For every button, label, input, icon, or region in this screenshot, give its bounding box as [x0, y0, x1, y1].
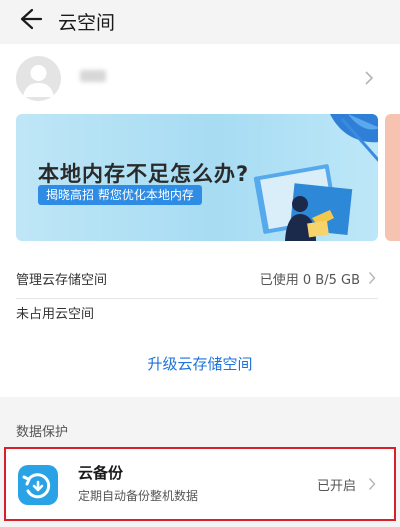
unused-space-label: 未占用云空间 — [16, 307, 95, 322]
cloud-backup-icon — [18, 465, 58, 505]
cloud-space-card: 本地内存不足怎么办? 揭晓高招 帮您优化本地内存 管理云存储空间 已使用 0 B… — [0, 44, 400, 397]
section-label-data-protection: 数据保护 — [16, 425, 69, 440]
banner-title: 本地内存不足怎么办? — [38, 162, 250, 186]
back-button[interactable] — [12, 4, 44, 34]
cloud-backup-row[interactable]: 云备份 定期自动备份整机数据 已开启 — [4, 447, 396, 521]
banner-subtitle-pill: 揭晓高招 帮您优化本地内存 — [38, 185, 202, 205]
promo-banner[interactable]: 本地内存不足怎么办? 揭晓高招 帮您优化本地内存 — [16, 114, 378, 241]
username-blurred — [80, 70, 106, 82]
cloud-backup-subtitle: 定期自动备份整机数据 — [78, 489, 199, 503]
upgrade-storage-button[interactable]: 升级云存储空间 — [0, 353, 400, 374]
manage-storage-label: 管理云存储空间 — [16, 273, 108, 288]
chevron-right-icon[interactable] — [364, 70, 374, 86]
chevron-right-icon — [368, 478, 376, 490]
manage-storage-row[interactable]: 管理云存储空间 已使用 0 B/5 GB — [16, 262, 378, 294]
next-banner-peek[interactable] — [385, 114, 400, 241]
arrow-left-icon — [20, 8, 43, 30]
storage-usage-value: 已使用 0 B/5 GB — [259, 273, 360, 288]
chevron-right-icon — [368, 272, 376, 284]
banner-illustration — [253, 114, 378, 241]
cloud-backup-title: 云备份 — [78, 464, 124, 482]
cloud-backup-status: 已开启 — [317, 479, 357, 494]
unused-space-row: 未占用云空间 — [16, 296, 378, 328]
user-avatar-icon[interactable] — [16, 56, 61, 101]
top-bar: 云空间 — [0, 0, 400, 40]
page-title: 云空间 — [58, 12, 116, 34]
